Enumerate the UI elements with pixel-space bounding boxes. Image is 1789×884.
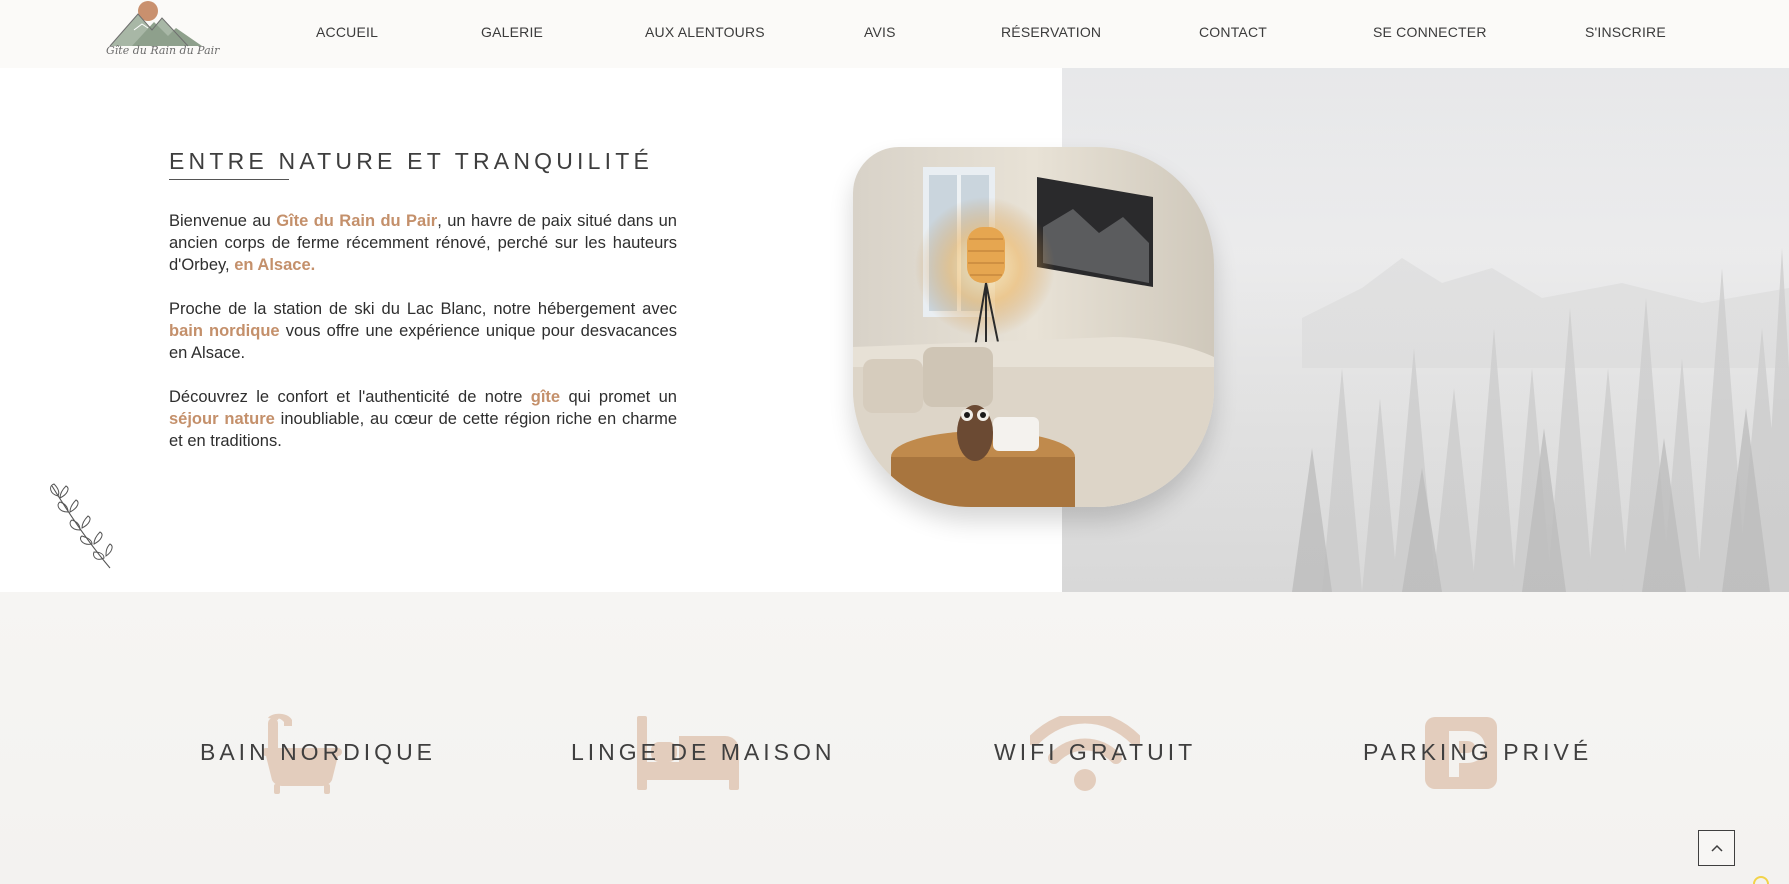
- intro-paragraph-3: Découvrez le confort et l'authenticité d…: [169, 388, 678, 450]
- scroll-to-top-button[interactable]: [1698, 830, 1735, 866]
- amenities-section: BAIN NORDIQUE LINGE DE MAISON WIFI GRATU…: [0, 592, 1789, 884]
- nav-s-inscrire[interactable]: S'INSCRIRE: [1585, 24, 1666, 40]
- chevron-up-icon: [1710, 844, 1723, 852]
- mountain-logo-icon: [109, 1, 202, 47]
- amenity-label: PARKING PRIVÉ: [1363, 739, 1593, 765]
- living-room-image: [853, 147, 1214, 507]
- site-logo[interactable]: Gîte du Rain du Pair: [104, 0, 220, 62]
- living-room-photo: [853, 147, 1214, 507]
- intro-paragraph-2: Proche de la station de ski du Lac Blanc…: [169, 300, 677, 362]
- nav-aux-alentours[interactable]: AUX ALENTOURS: [645, 24, 765, 40]
- logo-text: Gîte du Rain du Pair: [106, 44, 220, 57]
- hero-section: ENTRE NATURE ET TRANQUILITÉ Bienvenue au…: [0, 68, 1789, 592]
- amenity-parking-prive: PARKING PRIVÉ: [1363, 592, 1588, 884]
- nav-galerie[interactable]: GALERIE: [481, 24, 543, 40]
- hero-title: ENTRE NATURE ET TRANQUILITÉ: [169, 148, 654, 174]
- title-underline: [169, 179, 289, 180]
- nav-contact[interactable]: CONTACT: [1199, 24, 1267, 40]
- amenity-label: WIFI GRATUIT: [994, 739, 1197, 765]
- nav-reservation[interactable]: RÉSERVATION: [1001, 24, 1101, 40]
- amenity-wifi-gratuit: WIFI GRATUIT: [994, 592, 1192, 884]
- leaf-branch-icon: [50, 483, 113, 569]
- amenity-linge-de-maison: LINGE DE MAISON: [571, 592, 831, 884]
- nav-se-connecter[interactable]: SE CONNECTER: [1373, 24, 1487, 40]
- amenity-label: LINGE DE MAISON: [571, 739, 836, 765]
- amenity-bain-nordique: BAIN NORDIQUE: [200, 592, 432, 884]
- amenity-label: BAIN NORDIQUE: [200, 739, 437, 765]
- nav-avis[interactable]: AVIS: [864, 24, 896, 40]
- intro-paragraph-1: Bienvenue au Gîte du Rain du Pair, un ha…: [169, 212, 677, 274]
- site-header: Gîte du Rain du Pair ACCUEIL GALERIE AUX…: [0, 0, 1789, 68]
- nav-accueil[interactable]: ACCUEIL: [316, 24, 378, 40]
